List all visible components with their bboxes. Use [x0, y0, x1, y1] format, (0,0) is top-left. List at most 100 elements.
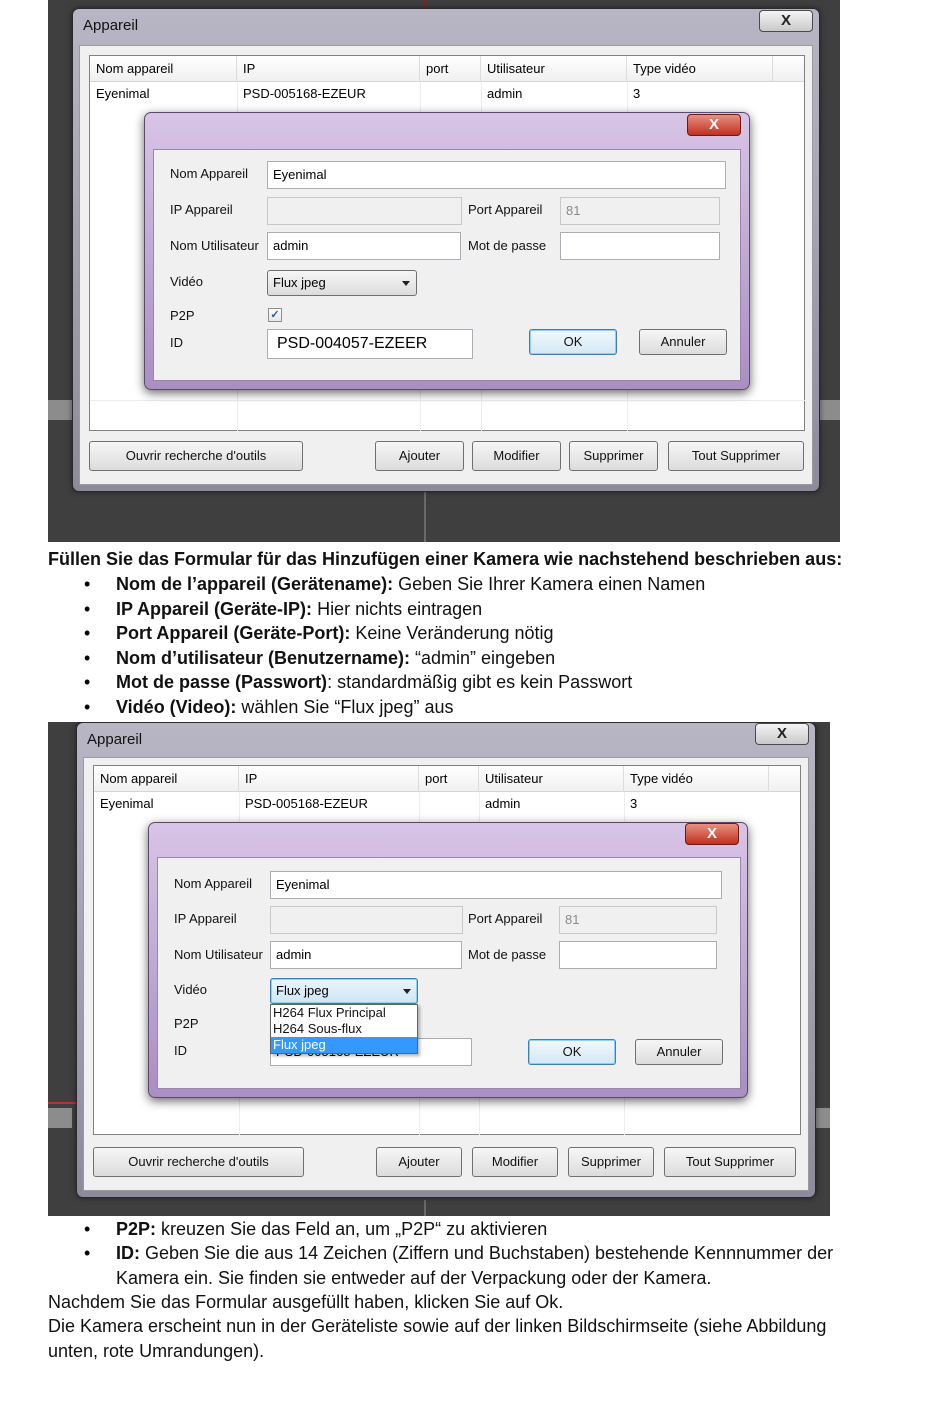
ok-button[interactable]: OK [529, 329, 617, 355]
item-desc: wählen Sie “Flux jpeg” aus [236, 697, 454, 717]
label-video: Vidéo [170, 274, 204, 289]
column-header-ip[interactable]: IP [239, 766, 419, 792]
item-desc: Geben Sie Ihrer Kamera einen Namen [393, 574, 706, 594]
device-name-input[interactable]: Eyenimal [267, 161, 726, 189]
cancel-button[interactable]: Annuler [639, 329, 727, 355]
item-desc: Hier nichts eintragen [312, 599, 483, 619]
label-password: Mot de passe [468, 947, 547, 962]
add-device-dialog: X Nom Appareil Eyenimal IP Appareil Port… [148, 822, 748, 1098]
p2p-checkbox[interactable]: ✓ [268, 308, 282, 322]
open-search-tool-button[interactable]: Ouvrir recherche d'outils [89, 441, 303, 471]
dialog-close-button[interactable]: X [685, 823, 739, 845]
device-name-input[interactable]: Eyenimal [270, 871, 722, 899]
add-button[interactable]: Ajouter [375, 441, 464, 471]
label-device-port: Port Appareil [468, 202, 543, 217]
device-ip-input[interactable] [267, 197, 462, 225]
cell-name: Eyenimal [96, 86, 150, 101]
column-header-user[interactable]: Utilisateur [481, 56, 627, 82]
background-red-marker [48, 1102, 78, 1104]
password-input[interactable] [559, 941, 717, 969]
paragraph-camera-appears: Die Kamera erscheint nun in der Geräteli… [48, 1316, 827, 1336]
background-divider [424, 1200, 426, 1216]
video-option-h264-sub[interactable]: H264 Sous-flux [271, 1021, 417, 1037]
item-desc: : standardmäßig gibt es kein Passwort [327, 672, 633, 692]
bullet: • [84, 648, 91, 668]
list-item-continuation: Kamera ein. Sie finden sie entweder auf … [116, 1268, 712, 1288]
label-username: Nom Utilisateur [174, 947, 263, 962]
column-header-ip[interactable]: IP [237, 56, 420, 82]
label-username: Nom Utilisateur [170, 238, 259, 253]
ok-button[interactable]: OK [528, 1039, 616, 1065]
label-password: Mot de passe [468, 238, 547, 253]
delete-button[interactable]: Supprimer [569, 441, 658, 471]
column-header-user[interactable]: Utilisateur [479, 766, 624, 792]
item-desc: Keine Veränderung nötig [350, 623, 554, 643]
window-close-button[interactable]: X [759, 10, 813, 32]
video-select[interactable]: Flux jpeg [267, 270, 417, 296]
bullet: • [84, 697, 91, 717]
modify-button[interactable]: Modifier [472, 441, 561, 471]
bullet: • [84, 623, 91, 643]
left-side-tab [48, 1108, 72, 1128]
close-icon: X [708, 116, 719, 133]
device-port-input[interactable]: 81 [560, 197, 720, 225]
window-title: Appareil [87, 731, 143, 748]
label-p2p: P2P [174, 1016, 199, 1031]
video-option-h264-main[interactable]: H264 Flux Principal [271, 1005, 417, 1021]
cell-user: admin [485, 796, 521, 811]
id-input[interactable]: PSD-004057-EZEER [267, 329, 473, 359]
paragraph-camera-appears-cont: unten, rote Umrandungen). [48, 1341, 265, 1361]
delete-all-button[interactable]: Tout Supprimer [664, 1147, 796, 1177]
window-close-button[interactable]: X [755, 723, 809, 745]
label-device-ip: IP Appareil [170, 202, 233, 217]
checkmark-icon: ✓ [270, 309, 280, 321]
item-term: Nom d’utilisateur (Benutzername): [116, 648, 411, 668]
label-device-ip: IP Appareil [174, 911, 237, 926]
background-divider [424, 490, 426, 542]
cell-video-type: 3 [630, 796, 638, 811]
chevron-down-icon [402, 281, 410, 286]
device-list-header: Nom appareil IP port Utilisateur Type vi… [90, 56, 804, 82]
cell-port [420, 82, 426, 106]
bullet: • [84, 1243, 91, 1263]
dialog-close-button[interactable]: X [687, 114, 741, 136]
delete-button[interactable]: Supprimer [568, 1147, 654, 1177]
label-device-name: Nom Appareil [170, 166, 249, 181]
item-term: ID: [116, 1243, 140, 1263]
instructions-intro: Füllen Sie das Formular für das Hinzufüg… [48, 549, 843, 569]
username-input[interactable]: admin [270, 941, 462, 969]
column-header-port[interactable]: port [420, 56, 481, 82]
column-header-port[interactable]: port [419, 766, 479, 792]
item-desc: “admin” eingeben [410, 648, 556, 668]
video-option-flux-jpeg[interactable]: Flux jpeg [271, 1037, 417, 1053]
column-header-name[interactable]: Nom appareil [94, 766, 239, 792]
add-button[interactable]: Ajouter [376, 1147, 462, 1177]
cell-port [419, 792, 425, 816]
label-video: Vidéo [174, 982, 208, 997]
item-term: Mot de passe (Passwort) [116, 672, 328, 692]
device-ip-input[interactable] [270, 906, 463, 934]
column-header-video-type[interactable]: Type vidéo [624, 766, 769, 792]
column-header-name[interactable]: Nom appareil [90, 56, 237, 82]
cell-name: Eyenimal [100, 796, 154, 811]
video-select[interactable]: Flux jpeg [270, 978, 418, 1004]
password-input[interactable] [560, 232, 720, 260]
add-device-dialog: X Nom Appareil Eyenimal IP Appareil Port… [144, 112, 750, 390]
delete-all-button[interactable]: Tout Supprimer [668, 441, 804, 471]
list-item: ID: Geben Sie die aus 14 Zeichen (Ziffer… [116, 1241, 833, 1266]
open-search-tool-button[interactable]: Ouvrir recherche d'outils [93, 1147, 304, 1177]
cancel-button[interactable]: Annuler [635, 1039, 723, 1065]
right-side-tab [818, 400, 840, 420]
list-item: Vidéo (Video): wählen Sie “Flux jpeg” au… [116, 695, 453, 720]
label-id: ID [174, 1043, 187, 1058]
modify-button[interactable]: Modifier [472, 1147, 558, 1177]
bullet: • [84, 1219, 91, 1239]
label-p2p: P2P [170, 308, 195, 323]
device-port-input[interactable]: 81 [559, 906, 717, 934]
close-icon: X [780, 12, 791, 29]
cell-ip: PSD-005168-EZEUR [243, 86, 366, 101]
username-input[interactable]: admin [267, 232, 461, 260]
column-header-video-type[interactable]: Type vidéo [627, 56, 773, 82]
video-dropdown-list: H264 Flux Principal H264 Sous-flux Flux … [270, 1004, 418, 1054]
item-term: Vidéo (Video): [116, 697, 237, 717]
